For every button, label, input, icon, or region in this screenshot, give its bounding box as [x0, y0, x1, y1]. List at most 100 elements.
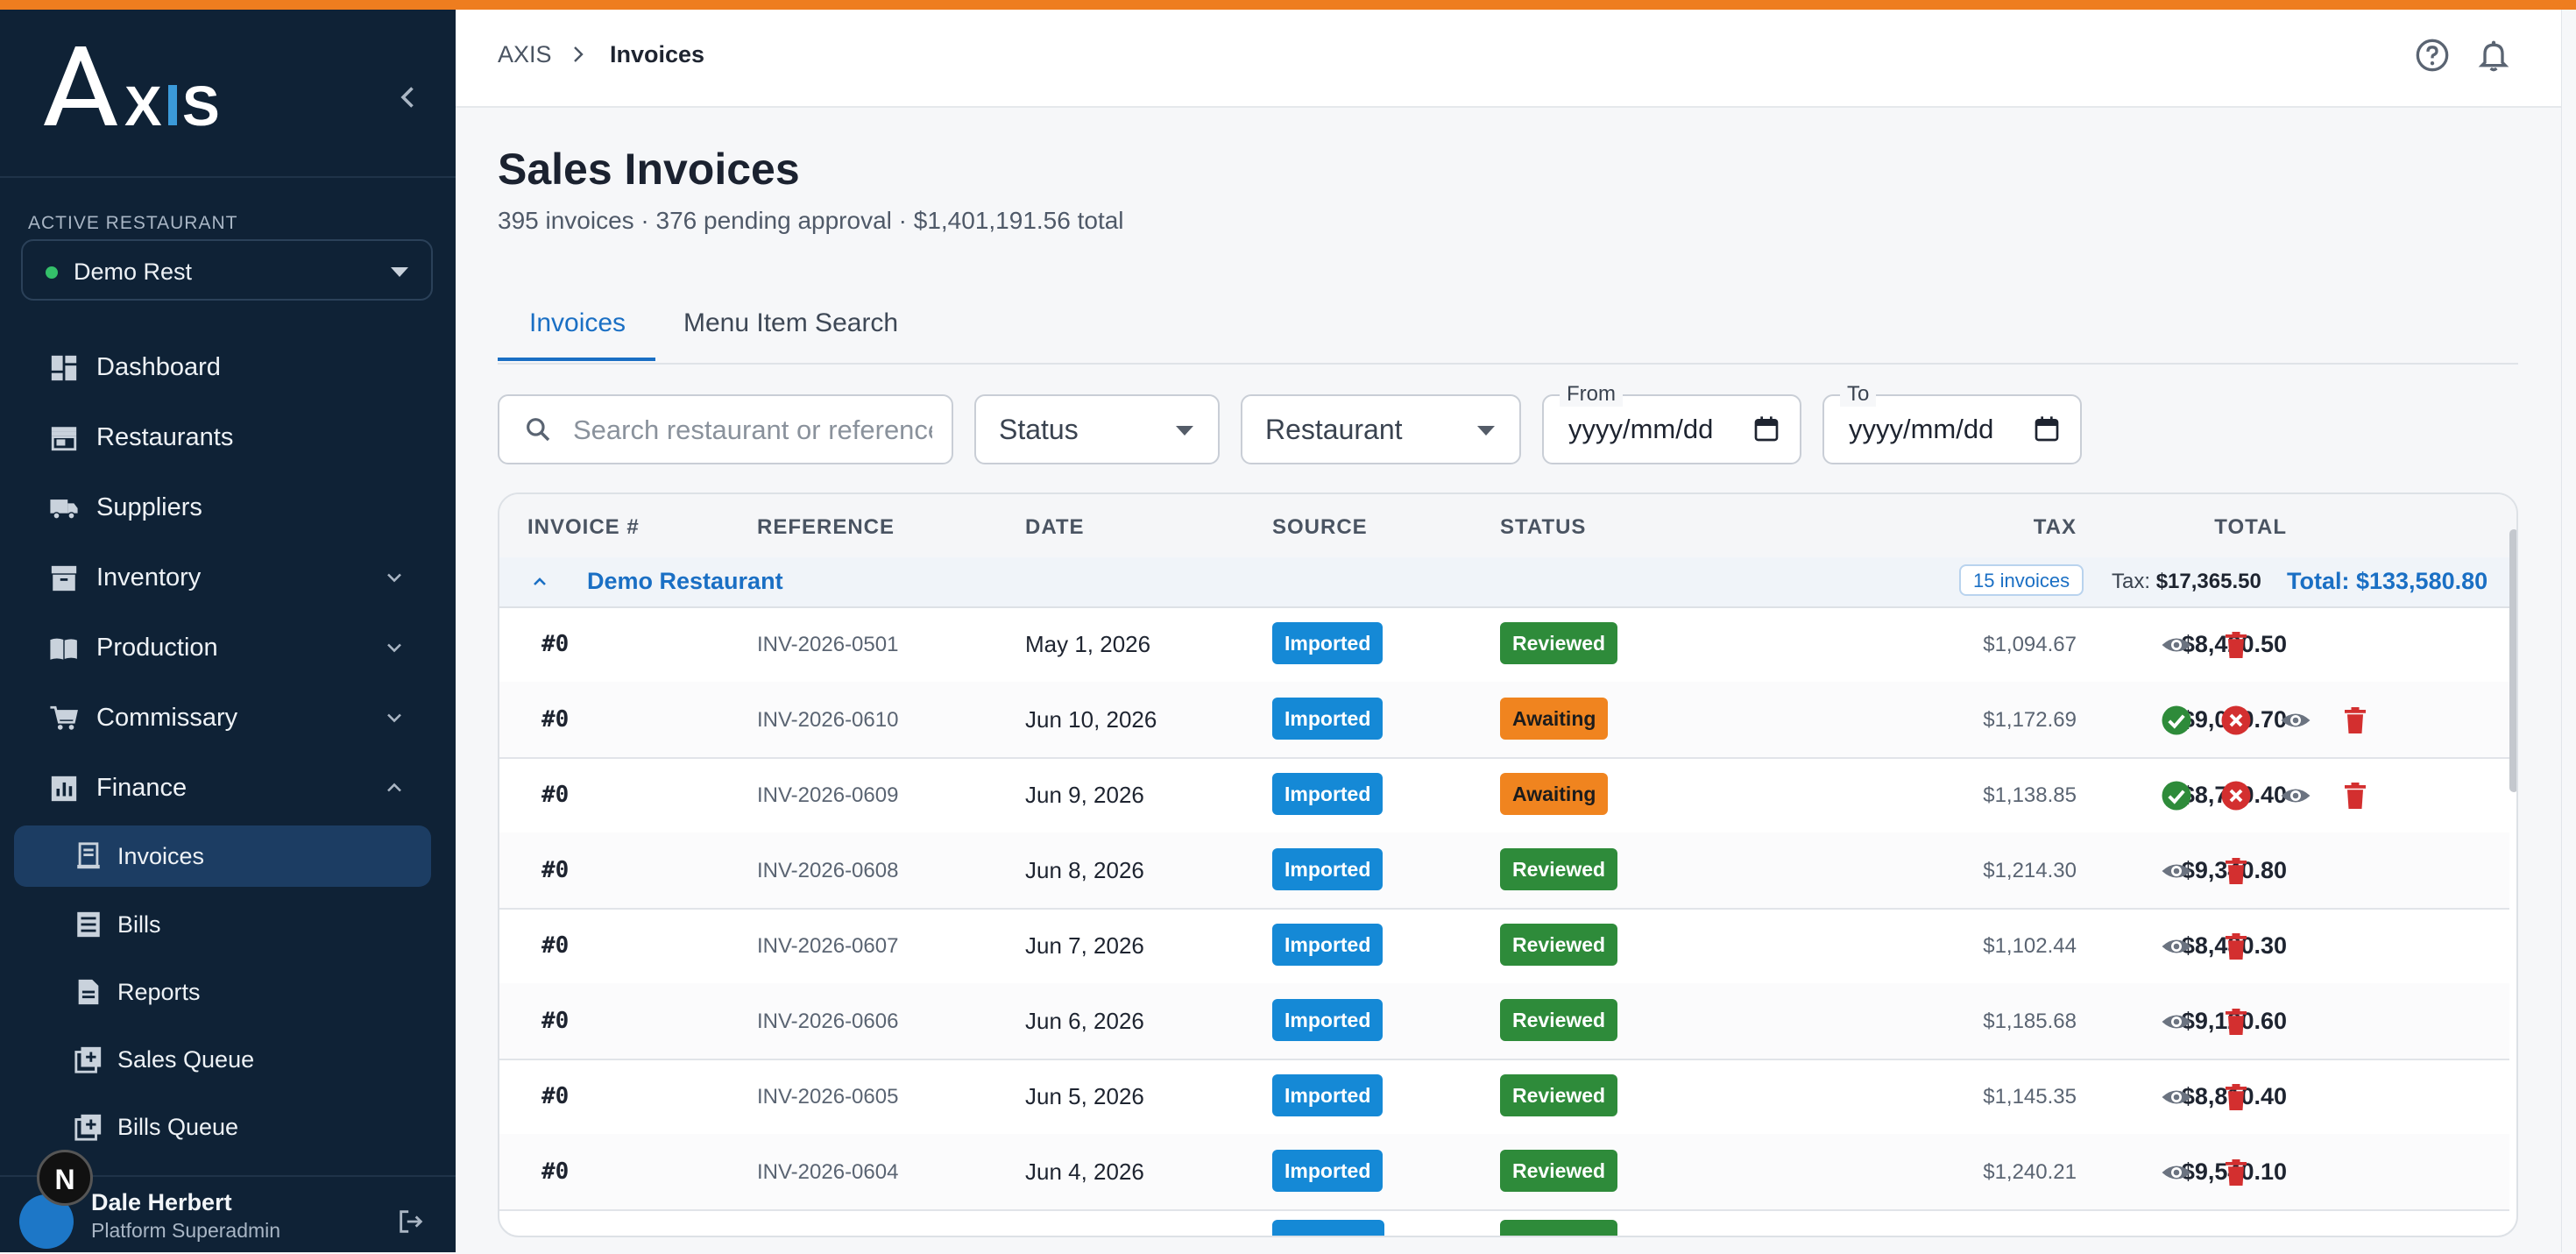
invoice-reference: INV-2026-0609 — [757, 783, 899, 807]
view-icon[interactable] — [2161, 1006, 2192, 1038]
invoice-reference: INV-2026-0607 — [757, 934, 899, 958]
column-header-date[interactable]: DATE — [1025, 515, 1085, 540]
to-date-field[interactable]: To yyyy/mm/dd — [1822, 382, 2082, 464]
approve-icon[interactable] — [2161, 705, 2192, 736]
invoice-number[interactable]: #0 — [541, 782, 569, 808]
view-icon[interactable] — [2280, 705, 2311, 736]
sidebar-item-inventory[interactable]: Inventory — [14, 546, 431, 607]
delete-icon[interactable] — [2220, 1157, 2252, 1188]
sidebar-item-finance[interactable]: Finance — [14, 756, 431, 818]
invoice-tax: $1,172.69 — [1983, 708, 2077, 732]
table-row[interactable]: #0 INV-2026-0604 Jun 4, 2026 Imported Review… — [499, 1134, 2509, 1211]
breadcrumb-root[interactable]: AXIS — [498, 41, 552, 68]
table-row[interactable]: #0 INV-2026-0610 Jun 10, 2026 Imported Await… — [499, 682, 2509, 759]
sidebar-item-dashboard[interactable]: Dashboard — [14, 336, 431, 397]
status-filter-label: Status — [999, 414, 1079, 445]
approve-icon[interactable] — [2161, 780, 2192, 811]
chevron-up-icon[interactable] — [529, 571, 550, 592]
table-row[interactable]: #0 INV-2026-0609 Jun 9, 2026 Imported Awaiti… — [499, 757, 2509, 834]
column-header-tax[interactable]: TAX — [1866, 515, 2077, 540]
restaurant-selector[interactable]: Demo Rest — [21, 239, 433, 301]
sidebar-subitem-sales-queue[interactable]: Sales Queue — [14, 1029, 431, 1090]
invoices-table: INVOICE # REFERENCE DATE SOURCE STATUS T… — [498, 492, 2518, 1237]
column-header-total[interactable]: TOTAL — [2059, 515, 2287, 540]
sidebar-subitem-reports[interactable]: Reports — [14, 961, 431, 1023]
dev-overlay-badge[interactable]: N — [37, 1150, 93, 1206]
status-filter[interactable]: Status — [974, 394, 1220, 464]
calendar-icon[interactable] — [2033, 415, 2061, 443]
sidebar-item-label: Reports — [117, 979, 201, 1005]
status-badge: Reviewed — [1500, 924, 1618, 966]
status-badge: Reviewed — [1500, 1150, 1618, 1192]
invoice-number[interactable]: #0 — [541, 1158, 569, 1185]
invoice-number[interactable]: #0 — [541, 857, 569, 883]
invoice-number[interactable]: #0 — [541, 706, 569, 733]
delete-icon[interactable] — [2220, 629, 2252, 661]
table-row[interactable]: #0 INV-2026-0608 Jun 8, 2026 Imported Review… — [499, 832, 2509, 910]
tab-invoices[interactable]: Invoices — [529, 308, 626, 338]
view-icon[interactable] — [2161, 855, 2192, 887]
delete-icon[interactable] — [2339, 705, 2371, 736]
sidebar-item-commissary[interactable]: Commissary — [14, 686, 431, 747]
invoice-number[interactable]: #0 — [541, 631, 569, 657]
sidebar-item-suppliers[interactable]: Suppliers — [14, 476, 431, 537]
column-header-reference[interactable]: REFERENCE — [757, 515, 895, 540]
delete-icon[interactable] — [2220, 855, 2252, 887]
restaurant-filter[interactable]: Restaurant — [1241, 394, 1521, 464]
reject-icon[interactable] — [2220, 705, 2252, 736]
help-icon[interactable] — [2415, 38, 2450, 73]
from-date-field[interactable]: From yyyy/mm/dd — [1542, 382, 1801, 464]
source-badge: Imported — [1272, 1150, 1384, 1192]
search-box — [498, 394, 953, 464]
logout-icon[interactable] — [396, 1207, 426, 1236]
table-row[interactable]: #0 INV-2026-0607 Jun 7, 2026 Imported Review… — [499, 908, 2509, 985]
table-row[interactable]: #0 INV-2026-0605 Jun 5, 2026 Imported Review… — [499, 1059, 2509, 1136]
calendar-icon[interactable] — [1752, 415, 1780, 443]
source-badge: Imported — [1272, 698, 1384, 740]
sidebar-item-restaurants[interactable]: Restaurants — [14, 406, 431, 467]
invoice-number[interactable]: #0 — [541, 1008, 569, 1034]
caret-down-icon — [1176, 426, 1193, 436]
column-header-source[interactable]: SOURCE — [1272, 515, 1368, 540]
view-icon[interactable] — [2161, 1081, 2192, 1113]
invoice-tax: $1,102.44 — [1983, 934, 2077, 958]
sidebar-subitem-bills-queue[interactable]: Bills Queue — [14, 1096, 431, 1158]
invoice-reference: INV-2026-0501 — [757, 633, 899, 656]
tab-menu-item-search[interactable]: Menu Item Search — [683, 308, 898, 338]
sidebar-item-label: Bills Queue — [117, 1114, 239, 1140]
sidebar-subitem-invoices[interactable]: Invoices — [14, 825, 431, 887]
view-icon[interactable] — [2161, 1157, 2192, 1188]
bell-icon[interactable] — [2476, 38, 2511, 73]
reports-icon — [78, 979, 99, 1005]
delete-icon[interactable] — [2220, 1006, 2252, 1038]
search-input[interactable] — [571, 410, 934, 450]
invoice-number[interactable]: #0 — [541, 1083, 569, 1109]
view-icon[interactable] — [2161, 931, 2192, 962]
group-row-demo-restaurant[interactable]: Demo Restaurant 15 invoices Tax: $17,365… — [499, 557, 2509, 608]
invoice-number[interactable]: #0 — [541, 932, 569, 959]
chart-icon — [51, 776, 77, 802]
delete-icon[interactable] — [2339, 780, 2371, 811]
source-badge: Imported — [1272, 1074, 1384, 1116]
sidebar-item-production[interactable]: Production — [14, 616, 431, 677]
table-row[interactable]: #0 INV-2026-0606 Jun 6, 2026 Imported Review… — [499, 983, 2509, 1060]
restaurant-filter-label: Restaurant — [1265, 414, 1403, 445]
search-icon — [527, 418, 550, 442]
delete-icon[interactable] — [2220, 931, 2252, 962]
sidebar-item-label: Inventory — [96, 563, 202, 592]
column-header-status[interactable]: STATUS — [1500, 515, 1586, 540]
sidebar-subitem-bills[interactable]: Bills — [14, 894, 431, 955]
table-row[interactable]: #0 INV-2026-0501 May 1, 2026 Imported Review… — [499, 606, 2509, 684]
delete-icon[interactable] — [2220, 1081, 2252, 1113]
window-scrollbar-track[interactable] — [2561, 0, 2576, 1252]
active-restaurant-label: ACTIVE RESTAURANT — [28, 213, 238, 233]
restaurant-name: Demo Rest — [74, 259, 193, 285]
view-icon[interactable] — [2280, 780, 2311, 811]
table-scrollbar[interactable] — [2509, 529, 2516, 792]
source-badge: Imported — [1272, 999, 1384, 1041]
view-icon[interactable] — [2161, 629, 2192, 661]
column-header-invoice[interactable]: INVOICE # — [527, 515, 640, 540]
collapse-sidebar-button[interactable] — [393, 81, 424, 113]
sidebar-item-label: Dashboard — [96, 353, 221, 381]
reject-icon[interactable] — [2220, 780, 2252, 811]
